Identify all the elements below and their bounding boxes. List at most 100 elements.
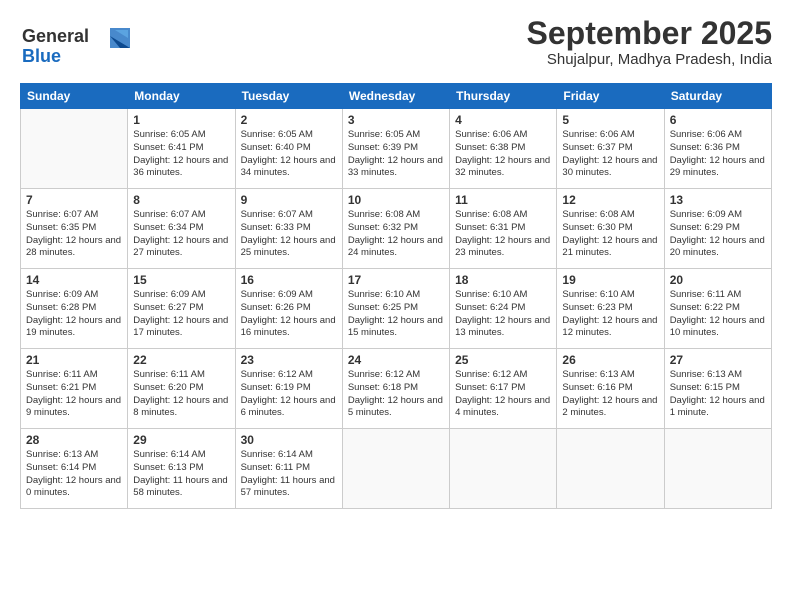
table-row bbox=[664, 429, 771, 509]
table-row: 22Sunrise: 6:11 AM Sunset: 6:20 PM Dayli… bbox=[128, 349, 235, 429]
day-info: Sunrise: 6:06 AM Sunset: 6:38 PM Dayligh… bbox=[455, 129, 551, 180]
table-row: 24Sunrise: 6:12 AM Sunset: 6:18 PM Dayli… bbox=[342, 349, 449, 429]
day-info: Sunrise: 6:12 AM Sunset: 6:18 PM Dayligh… bbox=[348, 369, 444, 420]
day-info: Sunrise: 6:05 AM Sunset: 6:39 PM Dayligh… bbox=[348, 129, 444, 180]
table-row: 23 Sunrise: 6:12 AM Sunset: 6:19 PM Dayli… bbox=[235, 349, 342, 429]
day-info: Sunrise: 6:14 AM Sunset: 6:11 PM Dayligh… bbox=[241, 449, 337, 500]
day-info: Sunrise: 6:10 AM Sunset: 6:23 PM Dayligh… bbox=[562, 289, 658, 340]
day-number: 21 bbox=[26, 353, 122, 367]
header-wednesday: Wednesday bbox=[342, 84, 449, 109]
table-row: 26 Sunrise: 6:13 AM Sunset: 6:16 PM Dayli… bbox=[557, 349, 664, 429]
day-number: 13 bbox=[670, 193, 766, 207]
table-row: 16 Sunrise: 6:09 AM Sunset: 6:26 PM Dayli… bbox=[235, 269, 342, 349]
day-number: 4 bbox=[455, 113, 551, 127]
table-row: 4 Sunrise: 6:06 AM Sunset: 6:38 PM Daylig… bbox=[450, 109, 557, 189]
table-row: 27 Sunrise: 6:13 AM Sunset: 6:15 PM Dayli… bbox=[664, 349, 771, 429]
day-number: 20 bbox=[670, 273, 766, 287]
table-row: 28 Sunrise: 6:13 AM Sunset: 6:14 PM Dayli… bbox=[21, 429, 128, 509]
day-number: 10 bbox=[348, 193, 444, 207]
logo: General Blue bbox=[20, 20, 130, 73]
day-info: Sunrise: 6:14 AM Sunset: 6:13 PM Dayligh… bbox=[133, 449, 229, 500]
header-monday: Monday bbox=[128, 84, 235, 109]
svg-text:Blue: Blue bbox=[22, 46, 61, 66]
table-row: 2 Sunrise: 6:05 AM Sunset: 6:40 PM Daylig… bbox=[235, 109, 342, 189]
day-info: Sunrise: 6:07 AM Sunset: 6:34 PM Dayligh… bbox=[133, 209, 229, 260]
table-row: 6 Sunrise: 6:06 AM Sunset: 6:36 PM Daylig… bbox=[664, 109, 771, 189]
calendar-week-5: 28 Sunrise: 6:13 AM Sunset: 6:14 PM Dayli… bbox=[21, 429, 772, 509]
table-row: 19 Sunrise: 6:10 AM Sunset: 6:23 PM Dayli… bbox=[557, 269, 664, 349]
day-number: 25 bbox=[455, 353, 551, 367]
day-info: Sunrise: 6:06 AM Sunset: 6:36 PM Dayligh… bbox=[670, 129, 766, 180]
day-number: 18 bbox=[455, 273, 551, 287]
day-info: Sunrise: 6:05 AM Sunset: 6:40 PM Dayligh… bbox=[241, 129, 337, 180]
day-info: Sunrise: 6:11 AM Sunset: 6:22 PM Dayligh… bbox=[670, 289, 766, 340]
day-number: 28 bbox=[26, 433, 122, 447]
header-tuesday: Tuesday bbox=[235, 84, 342, 109]
table-row bbox=[557, 429, 664, 509]
day-info: Sunrise: 6:11 AM Sunset: 6:21 PM Dayligh… bbox=[26, 369, 122, 420]
table-row: 13 Sunrise: 6:09 AM Sunset: 6:29 PM Dayli… bbox=[664, 189, 771, 269]
table-row: 29 Sunrise: 6:14 AM Sunset: 6:13 PM Dayli… bbox=[128, 429, 235, 509]
table-row: 18 Sunrise: 6:10 AM Sunset: 6:24 PM Dayli… bbox=[450, 269, 557, 349]
day-info: Sunrise: 6:12 AM Sunset: 6:17 PM Dayligh… bbox=[455, 369, 551, 420]
header-friday: Friday bbox=[557, 84, 664, 109]
table-row: 17Sunrise: 6:10 AM Sunset: 6:25 PM Dayli… bbox=[342, 269, 449, 349]
day-number: 2 bbox=[241, 113, 337, 127]
table-row: 1 Sunrise: 6:05 AM Sunset: 6:41 PM Daylig… bbox=[128, 109, 235, 189]
day-info: Sunrise: 6:13 AM Sunset: 6:16 PM Dayligh… bbox=[562, 369, 658, 420]
day-number: 27 bbox=[670, 353, 766, 367]
table-row bbox=[450, 429, 557, 509]
day-number: 22 bbox=[133, 353, 229, 367]
table-row: 7 Sunrise: 6:07 AM Sunset: 6:35 PM Daylig… bbox=[21, 189, 128, 269]
day-number: 8 bbox=[133, 193, 229, 207]
table-row: 20 Sunrise: 6:11 AM Sunset: 6:22 PM Dayli… bbox=[664, 269, 771, 349]
table-row: 5Sunrise: 6:06 AM Sunset: 6:37 PM Daylig… bbox=[557, 109, 664, 189]
header-sunday: Sunday bbox=[21, 84, 128, 109]
day-info: Sunrise: 6:09 AM Sunset: 6:29 PM Dayligh… bbox=[670, 209, 766, 260]
day-number: 26 bbox=[562, 353, 658, 367]
table-row bbox=[21, 109, 128, 189]
header-saturday: Saturday bbox=[664, 84, 771, 109]
header: General Blue September 2025 Shujalpur, M… bbox=[20, 16, 772, 73]
day-number: 29 bbox=[133, 433, 229, 447]
table-row: 3 Sunrise: 6:05 AM Sunset: 6:39 PM Daylig… bbox=[342, 109, 449, 189]
day-info: Sunrise: 6:07 AM Sunset: 6:35 PM Dayligh… bbox=[26, 209, 122, 260]
svg-text:General: General bbox=[22, 26, 89, 46]
table-row: 10 Sunrise: 6:08 AM Sunset: 6:32 PM Dayli… bbox=[342, 189, 449, 269]
day-info: Sunrise: 6:09 AM Sunset: 6:28 PM Dayligh… bbox=[26, 289, 122, 340]
day-number: 12 bbox=[562, 193, 658, 207]
calendar-table: Sunday Monday Tuesday Wednesday Thursday… bbox=[20, 83, 772, 509]
day-number: 15 bbox=[133, 273, 229, 287]
day-info: Sunrise: 6:13 AM Sunset: 6:14 PM Dayligh… bbox=[26, 449, 122, 500]
day-info: Sunrise: 6:09 AM Sunset: 6:27 PM Dayligh… bbox=[133, 289, 229, 340]
day-number: 30 bbox=[241, 433, 337, 447]
logo-text: General Blue bbox=[20, 20, 130, 73]
day-number: 19 bbox=[562, 273, 658, 287]
day-info: Sunrise: 6:08 AM Sunset: 6:31 PM Dayligh… bbox=[455, 209, 551, 260]
day-number: 3 bbox=[348, 113, 444, 127]
page: General Blue September 2025 Shujalpur, M… bbox=[0, 0, 792, 612]
day-info: Sunrise: 6:13 AM Sunset: 6:15 PM Dayligh… bbox=[670, 369, 766, 420]
day-number: 23 bbox=[241, 353, 337, 367]
day-number: 1 bbox=[133, 113, 229, 127]
table-row: 21 Sunrise: 6:11 AM Sunset: 6:21 PM Dayli… bbox=[21, 349, 128, 429]
table-row: 9Sunrise: 6:07 AM Sunset: 6:33 PM Daylig… bbox=[235, 189, 342, 269]
day-info: Sunrise: 6:05 AM Sunset: 6:41 PM Dayligh… bbox=[133, 129, 229, 180]
header-thursday: Thursday bbox=[450, 84, 557, 109]
day-info: Sunrise: 6:12 AM Sunset: 6:19 PM Dayligh… bbox=[241, 369, 337, 420]
calendar-week-4: 21 Sunrise: 6:11 AM Sunset: 6:21 PM Dayli… bbox=[21, 349, 772, 429]
day-number: 16 bbox=[241, 273, 337, 287]
day-info: Sunrise: 6:09 AM Sunset: 6:26 PM Dayligh… bbox=[241, 289, 337, 340]
day-number: 6 bbox=[670, 113, 766, 127]
day-number: 5 bbox=[562, 113, 658, 127]
day-info: Sunrise: 6:08 AM Sunset: 6:32 PM Dayligh… bbox=[348, 209, 444, 260]
calendar-week-3: 14 Sunrise: 6:09 AM Sunset: 6:28 PM Dayli… bbox=[21, 269, 772, 349]
day-info: Sunrise: 6:07 AM Sunset: 6:33 PM Dayligh… bbox=[241, 209, 337, 260]
day-number: 7 bbox=[26, 193, 122, 207]
month-title: September 2025 bbox=[527, 16, 772, 51]
day-info: Sunrise: 6:10 AM Sunset: 6:24 PM Dayligh… bbox=[455, 289, 551, 340]
calendar-week-2: 7 Sunrise: 6:07 AM Sunset: 6:35 PM Daylig… bbox=[21, 189, 772, 269]
table-row: 8 Sunrise: 6:07 AM Sunset: 6:34 PM Daylig… bbox=[128, 189, 235, 269]
calendar-week-1: 1 Sunrise: 6:05 AM Sunset: 6:41 PM Daylig… bbox=[21, 109, 772, 189]
day-number: 14 bbox=[26, 273, 122, 287]
